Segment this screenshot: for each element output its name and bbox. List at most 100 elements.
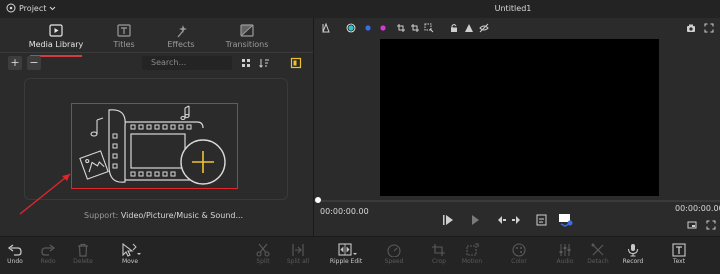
detach-icon	[591, 243, 604, 256]
redo-label: Redo	[40, 258, 56, 265]
grid-view-icon[interactable]	[240, 57, 252, 69]
scissors-icon	[256, 243, 270, 257]
project-icon	[6, 3, 16, 13]
text-box-icon	[672, 243, 686, 257]
aspect-ratio-icon[interactable]	[321, 23, 331, 33]
supported-formats: Support: Video/Picture/Music & Sound...	[84, 211, 243, 220]
snapshot-icon[interactable]	[686, 23, 696, 33]
play-icon	[443, 215, 453, 225]
project-menu[interactable]: Project	[6, 3, 56, 13]
tab-label: Media Library	[28, 40, 84, 49]
mask-icon[interactable]	[464, 23, 474, 33]
tab-label: Titles	[113, 40, 135, 49]
color-dot-blue[interactable]	[363, 23, 373, 33]
playback-controls	[443, 214, 573, 227]
record-button[interactable]: Record	[613, 243, 653, 265]
tab-transitions[interactable]: Transitions	[212, 24, 282, 49]
tab-label: Transitions	[225, 40, 269, 49]
motion-icon	[466, 243, 479, 256]
hide-icon[interactable]	[479, 23, 489, 33]
speedometer-icon	[387, 244, 401, 257]
palette-icon	[512, 243, 526, 257]
support-label: Support:	[84, 211, 119, 220]
prev-frame-icon	[498, 216, 506, 224]
redo-button[interactable]: Redo	[28, 243, 68, 265]
effects-icon	[177, 25, 187, 38]
split-all-label: Split all	[286, 258, 310, 265]
ripple-edit-button[interactable]: Ripple Edit	[326, 243, 366, 265]
split-all-button[interactable]: Split all	[278, 243, 318, 265]
playback-scrubber[interactable]	[314, 200, 720, 202]
panel-toggle-icon[interactable]	[290, 57, 302, 69]
trash-icon	[78, 243, 88, 257]
select-region-icon[interactable]	[424, 23, 434, 33]
import-highlight-box	[71, 103, 238, 189]
redo-icon	[41, 244, 56, 256]
tab-label: Effects	[167, 40, 195, 49]
detach-button[interactable]: Detach	[578, 243, 618, 265]
add-media-button[interactable]: +	[8, 56, 22, 70]
color-label: Color	[511, 258, 527, 265]
speed-button[interactable]: Speed	[374, 243, 414, 265]
total-timecode: 00:00:00.00	[675, 204, 720, 213]
record-label: Record	[622, 258, 644, 265]
audio-label: Audio	[556, 258, 574, 265]
split-all-icon	[292, 244, 304, 256]
move-button[interactable]: Move	[110, 243, 150, 265]
tab-divider	[0, 52, 313, 53]
preview-panel: 00:00:00.00 00:00:00.00	[313, 18, 720, 236]
pointer-arrow-icon	[19, 173, 71, 215]
play-next-icon	[472, 215, 479, 225]
window-title: Untitled1	[494, 4, 532, 13]
tab-bar: Media Library Titles Effects Transitions	[0, 18, 313, 57]
text-label: Text	[672, 258, 686, 265]
snap-alt-icon[interactable]	[410, 23, 420, 33]
lock-icon[interactable]	[449, 23, 459, 33]
move-cursor-icon	[122, 243, 141, 257]
chevron-down-icon	[50, 6, 56, 10]
library-toolbar: + − Search...	[0, 54, 313, 72]
delete-button[interactable]: Delete	[63, 243, 103, 265]
sort-icon[interactable]	[258, 57, 270, 69]
pip-icon[interactable]	[687, 220, 697, 230]
transitions-icon	[240, 24, 254, 37]
undo-icon	[7, 244, 22, 256]
motion-label: Motion	[461, 258, 483, 265]
color-button[interactable]: Color	[499, 243, 539, 265]
video-preview[interactable]	[380, 39, 659, 196]
microphone-icon	[627, 244, 639, 257]
tab-media-library[interactable]: Media Library	[21, 24, 91, 57]
color-dot-teal[interactable]	[346, 23, 356, 33]
color-dot-magenta[interactable]	[378, 23, 388, 33]
title-bar: Project Untitled1	[0, 0, 720, 18]
next-frame-icon	[512, 216, 520, 224]
project-label: Project	[19, 3, 47, 13]
tab-effects[interactable]: Effects	[146, 24, 216, 49]
ripple-edit-label: Ripple Edit	[329, 258, 363, 265]
crop-icon	[432, 244, 445, 256]
remove-media-button[interactable]: −	[27, 56, 41, 70]
export-icon	[559, 214, 573, 227]
edit-toolbar: Undo Redo Delete Move Split Split all Ri…	[0, 236, 720, 274]
titles-icon	[117, 24, 131, 37]
zoom-fit-icon[interactable]	[706, 220, 716, 230]
text-button[interactable]: Text	[659, 243, 699, 265]
playhead-handle[interactable]	[315, 197, 321, 203]
support-formats-text: Video/Picture/Music & Sound...	[120, 211, 244, 220]
crop-label: Crop	[431, 258, 446, 265]
ripple-edit-icon	[338, 243, 357, 256]
snap-icon[interactable]	[396, 23, 406, 33]
split-button[interactable]: Split	[243, 243, 283, 265]
move-label: Move	[121, 258, 139, 265]
fullscreen-icon[interactable]	[704, 23, 714, 33]
delete-label: Delete	[73, 258, 93, 265]
search-input[interactable]: Search...	[142, 56, 232, 70]
audio-mixer-icon	[559, 244, 571, 256]
preview-toolbar	[314, 18, 720, 38]
current-timecode: 00:00:00.00	[320, 207, 369, 216]
detach-label: Detach	[587, 258, 609, 265]
motion-button[interactable]: Motion	[452, 243, 492, 265]
split-label: Split	[256, 258, 270, 265]
speed-label: Speed	[384, 258, 404, 265]
media-library-icon	[49, 24, 63, 37]
